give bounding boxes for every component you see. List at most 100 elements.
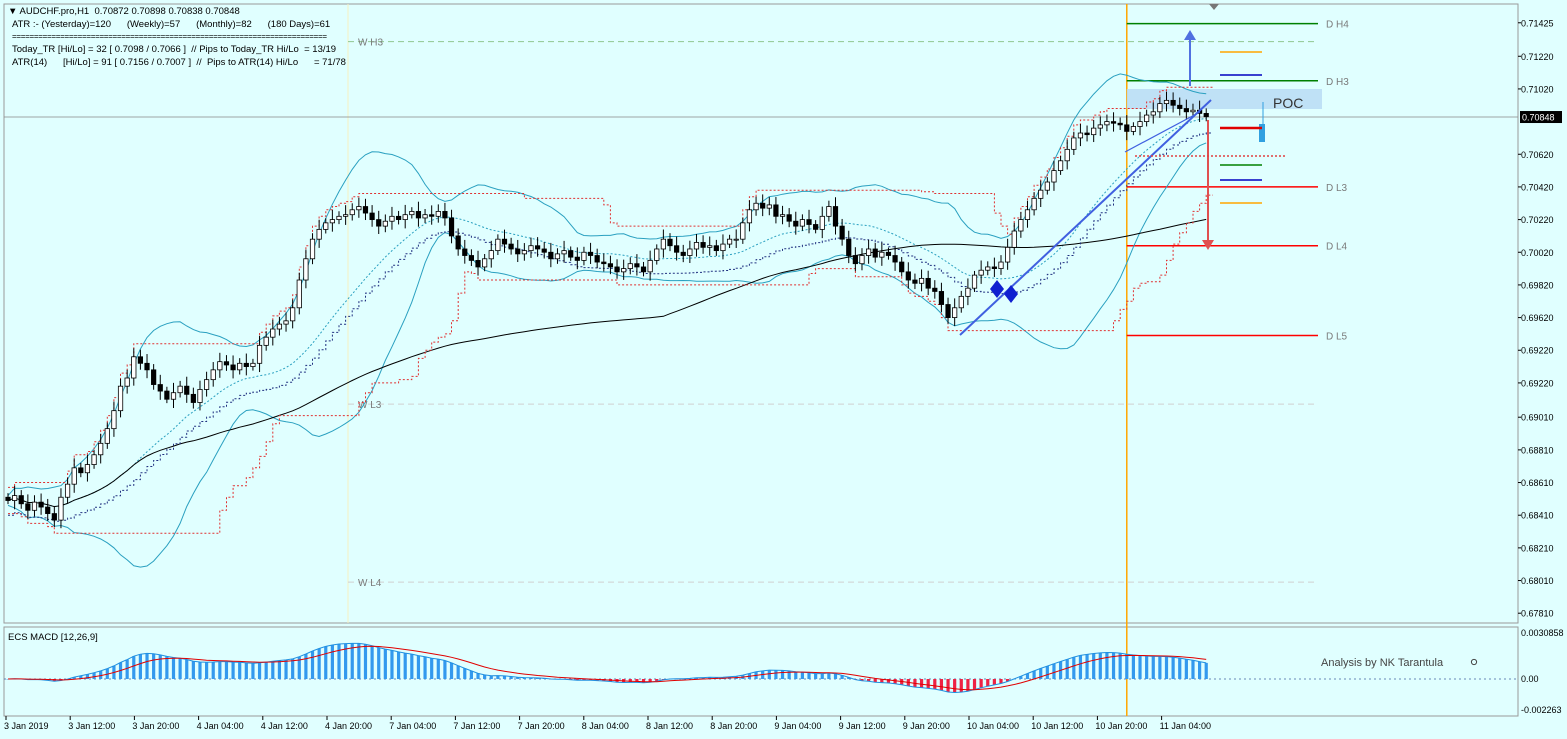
candle[interactable] bbox=[296, 272, 302, 315]
candle[interactable] bbox=[1057, 156, 1064, 175]
candle[interactable] bbox=[978, 260, 984, 284]
candle[interactable] bbox=[184, 376, 190, 403]
candle[interactable] bbox=[356, 197, 362, 218]
candle[interactable] bbox=[468, 249, 475, 267]
candle[interactable] bbox=[627, 257, 633, 275]
candle[interactable] bbox=[203, 371, 210, 397]
price-chart[interactable]: D H4 D H3 D L3 D L4 D L5 W H3 W L3 W L4 0.71425… bbox=[0, 0, 1567, 739]
candle[interactable] bbox=[786, 208, 792, 228]
candle[interactable] bbox=[832, 197, 839, 235]
candle[interactable] bbox=[654, 244, 660, 265]
candle[interactable] bbox=[601, 253, 607, 272]
candle[interactable] bbox=[587, 242, 594, 264]
candle[interactable] bbox=[852, 247, 858, 272]
candle[interactable] bbox=[1137, 111, 1143, 136]
candle[interactable] bbox=[448, 209, 455, 244]
candle[interactable] bbox=[223, 355, 230, 371]
candle[interactable] bbox=[1124, 115, 1130, 141]
candle[interactable] bbox=[1144, 109, 1150, 127]
candle[interactable] bbox=[1071, 131, 1077, 155]
candle[interactable] bbox=[1203, 108, 1209, 122]
candle[interactable] bbox=[329, 209, 335, 232]
candle[interactable] bbox=[713, 239, 719, 256]
candle[interactable] bbox=[157, 374, 163, 400]
candle[interactable] bbox=[455, 228, 461, 256]
candle[interactable] bbox=[779, 205, 786, 225]
candle[interactable] bbox=[971, 270, 978, 292]
candle[interactable] bbox=[1051, 160, 1057, 191]
candle[interactable] bbox=[674, 236, 680, 261]
candle[interactable] bbox=[720, 234, 726, 260]
candle[interactable] bbox=[1044, 177, 1050, 195]
candle[interactable] bbox=[316, 219, 322, 248]
trendline-support[interactable] bbox=[959, 99, 1212, 336]
candle[interactable] bbox=[667, 233, 673, 252]
candle[interactable] bbox=[733, 229, 739, 248]
candle[interactable] bbox=[793, 211, 799, 235]
candle[interactable] bbox=[760, 194, 766, 217]
candle[interactable] bbox=[1077, 123, 1084, 147]
candle[interactable] bbox=[568, 246, 574, 261]
candle[interactable] bbox=[18, 490, 24, 509]
candle[interactable] bbox=[766, 197, 772, 216]
candle[interactable] bbox=[237, 358, 243, 375]
candle[interactable] bbox=[495, 234, 501, 255]
candle[interactable] bbox=[343, 205, 349, 225]
candle[interactable] bbox=[746, 200, 753, 232]
candle[interactable] bbox=[31, 495, 38, 517]
candle[interactable] bbox=[362, 198, 369, 221]
candle[interactable] bbox=[1005, 238, 1011, 270]
candle[interactable] bbox=[210, 362, 216, 387]
candle[interactable] bbox=[164, 386, 170, 404]
candle[interactable] bbox=[1031, 192, 1037, 216]
candle[interactable] bbox=[84, 454, 91, 482]
candle[interactable] bbox=[38, 493, 44, 515]
candle[interactable] bbox=[415, 201, 422, 227]
candle[interactable] bbox=[435, 204, 441, 223]
candle[interactable] bbox=[230, 355, 236, 379]
candle[interactable] bbox=[700, 235, 706, 254]
candle[interactable] bbox=[64, 477, 71, 503]
candle[interactable] bbox=[508, 237, 514, 255]
candle[interactable] bbox=[270, 319, 276, 346]
candle[interactable] bbox=[462, 239, 468, 264]
candle[interactable] bbox=[409, 207, 415, 219]
candle[interactable] bbox=[813, 220, 819, 234]
candle[interactable] bbox=[998, 255, 1004, 275]
candle[interactable] bbox=[640, 261, 647, 277]
candle[interactable] bbox=[5, 493, 11, 505]
candle[interactable] bbox=[336, 211, 342, 225]
candle[interactable] bbox=[958, 290, 964, 313]
candle[interactable] bbox=[515, 239, 521, 263]
candle[interactable] bbox=[1018, 212, 1024, 238]
candle[interactable] bbox=[429, 205, 435, 225]
candle[interactable] bbox=[872, 242, 878, 263]
candle[interactable] bbox=[859, 248, 865, 271]
candle[interactable] bbox=[535, 237, 541, 257]
candle[interactable] bbox=[581, 246, 587, 266]
candle[interactable] bbox=[376, 210, 382, 234]
candle[interactable] bbox=[111, 401, 117, 437]
candle[interactable] bbox=[250, 358, 256, 371]
candle[interactable] bbox=[91, 450, 97, 469]
candle[interactable] bbox=[422, 208, 428, 224]
candle[interactable] bbox=[521, 243, 527, 261]
candle[interactable] bbox=[395, 210, 402, 225]
candle[interactable] bbox=[647, 250, 653, 281]
candle[interactable] bbox=[925, 270, 931, 296]
candle[interactable] bbox=[899, 257, 905, 277]
candle[interactable] bbox=[879, 242, 885, 266]
candle[interactable] bbox=[151, 364, 157, 390]
candle[interactable] bbox=[607, 255, 614, 275]
candle[interactable] bbox=[561, 240, 567, 263]
candle[interactable] bbox=[243, 353, 249, 376]
candle[interactable] bbox=[104, 422, 110, 449]
candle[interactable] bbox=[475, 250, 481, 276]
candle[interactable] bbox=[349, 203, 355, 221]
candle[interactable] bbox=[170, 382, 177, 409]
candle[interactable] bbox=[912, 273, 918, 290]
candle[interactable] bbox=[217, 352, 223, 378]
candle[interactable] bbox=[740, 217, 746, 244]
candle[interactable] bbox=[71, 458, 77, 493]
candle[interactable] bbox=[680, 244, 686, 263]
